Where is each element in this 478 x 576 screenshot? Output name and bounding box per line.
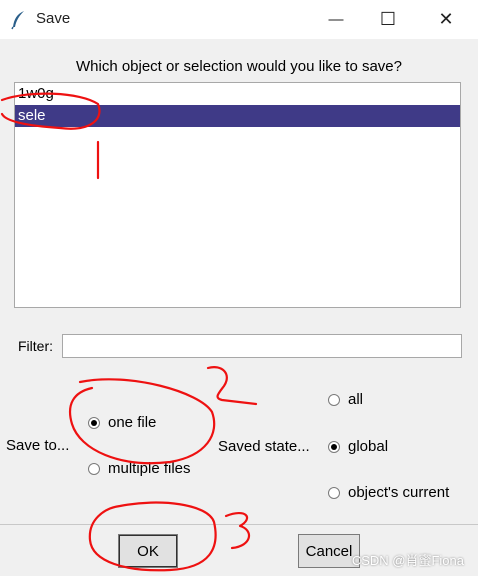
list-item[interactable]: 1w0g — [15, 83, 460, 105]
radio-label: global — [348, 438, 389, 455]
close-icon: ✕ — [438, 9, 454, 29]
radio-multiple-files[interactable]: multiple files — [88, 460, 191, 477]
radio-objects-current[interactable]: object's current — [328, 484, 449, 501]
cancel-button-label: Cancel — [305, 542, 353, 560]
object-listbox[interactable]: 1w0g sele — [14, 82, 461, 308]
radio-label: multiple files — [108, 460, 191, 477]
minimize-icon: — — [328, 11, 344, 28]
radio-checked-icon — [328, 440, 340, 453]
maximize-button[interactable]: ☐ — [362, 0, 414, 39]
radio-label: one file — [108, 414, 157, 431]
radio-unchecked-icon — [328, 393, 340, 406]
filter-label: Filter: — [18, 338, 53, 354]
radio-unchecked-icon — [88, 462, 100, 475]
radio-one-file[interactable]: one file — [88, 414, 156, 431]
button-separator — [0, 524, 478, 525]
minimize-button[interactable]: — — [310, 0, 362, 39]
feather-icon — [10, 10, 28, 30]
cancel-button[interactable]: Cancel — [298, 534, 360, 568]
save-to-label: Save to... — [6, 437, 70, 454]
radio-label: all — [348, 391, 364, 408]
annotation-mark-2-figure — [206, 366, 258, 406]
save-prompt: Which object or selection would you like… — [75, 58, 402, 75]
list-item-selected[interactable]: sele — [15, 105, 460, 127]
saved-state-label: Saved state... — [218, 438, 310, 455]
radio-all[interactable]: all — [328, 391, 363, 408]
window-title: Save — [36, 10, 71, 27]
radio-global[interactable]: global — [328, 438, 388, 455]
ok-button[interactable]: OK — [118, 534, 178, 568]
annotation-mark-3-figure — [224, 511, 250, 550]
radio-label: object's current — [348, 484, 450, 501]
watermark: CSDN @肖蜜Fiona — [351, 553, 464, 568]
title-bar: Save — ☐ ✕ — [0, 0, 478, 39]
radio-checked-icon — [88, 416, 100, 429]
filter-input[interactable] — [62, 334, 462, 358]
ok-button-label: OK — [137, 542, 159, 560]
radio-unchecked-icon — [328, 486, 340, 499]
maximize-icon: ☐ — [379, 9, 397, 29]
close-button[interactable]: ✕ — [420, 0, 472, 39]
